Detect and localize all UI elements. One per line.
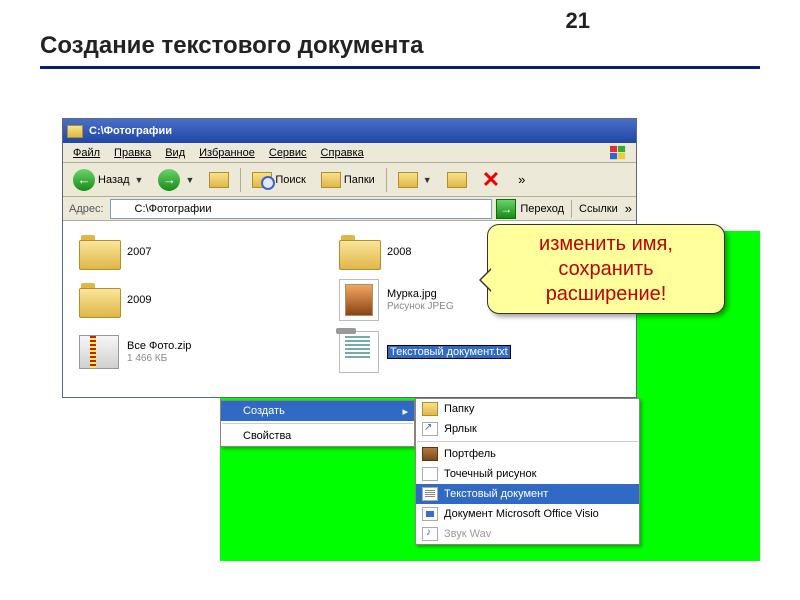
chevron-down-icon: ▼ <box>185 175 194 185</box>
subitem-visio[interactable]: Документ Microsoft Office Visio <box>416 504 639 524</box>
subitem-wav[interactable]: Звук Wav <box>416 524 639 544</box>
file-item-zip[interactable]: Все Фото.zip 1 466 КБ <box>79 331 309 373</box>
sync-icon <box>447 172 467 188</box>
text-document-icon <box>422 487 438 501</box>
chevron-down-icon: ▼ <box>135 175 144 185</box>
back-button[interactable]: ← Назад ▼ <box>67 167 149 193</box>
menu-item-create[interactable]: Создать <box>221 401 414 421</box>
folder-icon <box>67 125 83 138</box>
menu-separator <box>417 441 638 442</box>
context-menu-main: Создать Свойства <box>220 400 415 447</box>
menubar: Файл Правка Вид Избранное Сервис Справка <box>63 143 636 163</box>
toolbar: ← Назад ▼ → ▼ Поиск Папки ▼ ✕ » <box>63 163 636 197</box>
address-value: С:\Фотографии <box>135 203 212 215</box>
folders-button[interactable]: Папки <box>315 167 381 193</box>
delete-button[interactable]: ✕ <box>476 167 506 193</box>
slide-title: Создание текстового документа <box>40 32 760 60</box>
toolbar-separator <box>240 168 241 192</box>
title-divider <box>40 66 760 69</box>
links-label[interactable]: Ссылки <box>579 203 618 215</box>
delete-x-icon: ✕ <box>482 169 500 191</box>
toolbar-separator <box>386 168 387 192</box>
file-label: 2007 <box>127 246 151 258</box>
menu-separator <box>222 423 413 424</box>
forward-button[interactable]: → ▼ <box>152 167 200 193</box>
forward-arrow-icon: → <box>158 169 180 191</box>
address-input[interactable]: С:\Фотографии <box>110 199 493 219</box>
search-icon <box>252 172 272 188</box>
file-item-newtxt[interactable]: Текстовый документ.txt <box>339 331 569 373</box>
address-bar: Адрес: С:\Фотографии → Переход Ссылки » <box>63 197 636 221</box>
briefcase-icon <box>422 447 438 461</box>
menu-item-properties[interactable]: Свойства <box>221 426 414 446</box>
page-number: 21 <box>566 8 590 34</box>
separator <box>571 200 572 218</box>
file-label: Мурка.jpg Рисунок JPEG <box>387 288 454 312</box>
file-label-editing[interactable]: Текстовый документ.txt <box>387 345 511 359</box>
address-label: Адрес: <box>67 203 106 215</box>
more-links[interactable]: » <box>625 201 632 216</box>
folder-icon <box>79 235 119 269</box>
bitmap-icon <box>422 467 438 481</box>
file-label: 2009 <box>127 294 151 306</box>
context-submenu-create: Папку Ярлык Портфель Точечный рисунок Те… <box>415 398 640 545</box>
sync-button[interactable] <box>441 167 473 193</box>
window-title: С:\Фотографии <box>89 125 172 137</box>
go-button[interactable]: → <box>496 199 516 219</box>
folder-item-2009[interactable]: 2009 <box>79 279 309 321</box>
callout-text: изменить имя, сохранить расширение! <box>539 232 673 307</box>
visio-icon <box>422 507 438 521</box>
menu-favorites[interactable]: Избранное <box>193 146 261 160</box>
menu-view[interactable]: Вид <box>159 146 191 160</box>
search-label: Поиск <box>275 174 305 186</box>
folder-icon <box>115 202 131 215</box>
subitem-folder[interactable]: Папку <box>416 399 639 419</box>
views-button[interactable]: ▼ <box>392 167 438 193</box>
menu-tools[interactable]: Сервис <box>263 146 313 160</box>
views-icon <box>398 172 418 188</box>
more-toolbar[interactable]: » <box>509 167 531 193</box>
shortcut-icon <box>422 422 438 436</box>
subitem-shortcut[interactable]: Ярлык <box>416 419 639 439</box>
folder-item-2007[interactable]: 2007 <box>79 235 309 269</box>
callout-bubble: изменить имя, сохранить расширение! <box>487 224 725 314</box>
folder-icon <box>79 283 119 317</box>
go-label: Переход <box>520 203 564 215</box>
back-arrow-icon: ← <box>73 169 95 191</box>
text-document-icon <box>339 331 379 373</box>
up-button[interactable] <box>203 167 235 193</box>
folder-up-icon <box>209 172 229 188</box>
folders-icon <box>321 172 341 188</box>
search-button[interactable]: Поиск <box>246 167 311 193</box>
image-icon <box>339 279 379 321</box>
folders-label: Папки <box>344 174 375 186</box>
windows-logo-icon <box>604 145 632 161</box>
subitem-briefcase[interactable]: Портфель <box>416 444 639 464</box>
menu-edit[interactable]: Правка <box>108 146 157 160</box>
file-label: Все Фото.zip 1 466 КБ <box>127 340 191 364</box>
subitem-bmp[interactable]: Точечный рисунок <box>416 464 639 484</box>
subitem-txt[interactable]: Текстовый документ <box>416 484 639 504</box>
folder-icon <box>339 235 379 269</box>
folder-icon <box>422 402 438 416</box>
titlebar[interactable]: С:\Фотографии <box>63 119 636 143</box>
wav-icon <box>422 527 438 541</box>
menu-help[interactable]: Справка <box>315 146 370 160</box>
menu-file[interactable]: Файл <box>67 146 106 160</box>
archive-icon <box>79 335 119 369</box>
back-label: Назад <box>98 174 130 186</box>
file-label: 2008 <box>387 246 411 258</box>
